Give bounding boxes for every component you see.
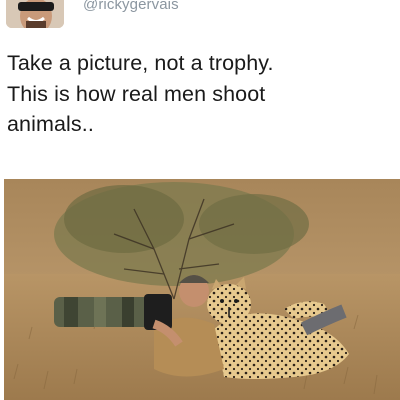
tweet-text-line: Take a picture, not a trophy. <box>7 51 274 75</box>
tweet-header: @rickygervais <box>0 0 400 30</box>
tweet-text: Take a picture, not a trophy. This is ho… <box>7 48 392 140</box>
photo-illustration <box>4 179 400 400</box>
tweet-text-line: This is how real men shoot <box>7 81 266 106</box>
user-handle[interactable]: @rickygervais <box>83 0 179 13</box>
avatar-face-icon <box>6 0 64 28</box>
tweet-text-line: animals.. <box>7 112 94 136</box>
tweet-photo[interactable] <box>4 179 400 400</box>
profile-avatar[interactable] <box>6 0 64 28</box>
